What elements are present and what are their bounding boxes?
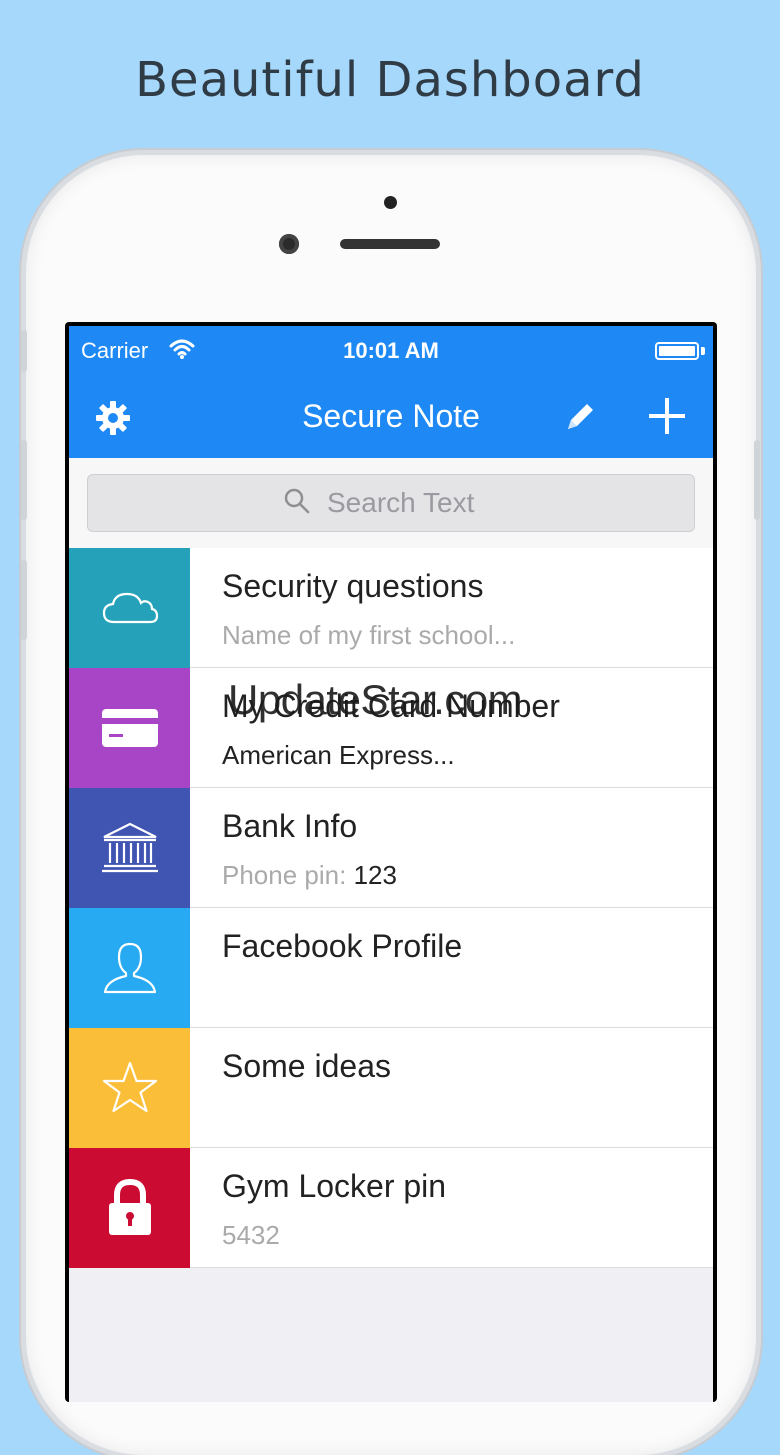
mute-switch bbox=[21, 330, 27, 372]
search-input[interactable] bbox=[325, 486, 499, 520]
status-bar: Carrier 10:01 AM bbox=[69, 326, 713, 376]
note-subtitle-label: Phone pin: bbox=[222, 860, 354, 890]
volume-down-button bbox=[21, 560, 27, 640]
credit-card-icon bbox=[69, 668, 190, 788]
volume-up-button bbox=[21, 440, 27, 520]
note-title: Gym Locker pin bbox=[222, 1168, 447, 1204]
note-subtitle: 5432 bbox=[222, 1220, 280, 1250]
note-title: My Credit Card Number bbox=[222, 688, 560, 724]
note-title: Some ideas bbox=[222, 1048, 391, 1084]
power-button bbox=[754, 440, 760, 520]
proximity-sensor bbox=[384, 196, 397, 209]
search-area bbox=[69, 458, 713, 549]
list-item[interactable]: Security questions Name of my first scho… bbox=[69, 548, 713, 668]
plus-icon[interactable] bbox=[647, 396, 687, 440]
front-camera bbox=[279, 234, 299, 254]
list-item[interactable]: Gym Locker pin 5432 bbox=[69, 1148, 713, 1268]
nav-title: Secure Note bbox=[302, 398, 480, 434]
phone-screen: Carrier 10:01 AM Secure Note Search Text… bbox=[65, 322, 717, 1402]
note-subtitle: American Express... bbox=[222, 740, 455, 770]
note-title: Security questions bbox=[222, 568, 484, 604]
status-time: 10:01 AM bbox=[343, 338, 439, 363]
navigation-bar: Secure Note bbox=[69, 376, 713, 458]
search-icon bbox=[283, 487, 311, 519]
lock-icon bbox=[69, 1148, 190, 1268]
star-icon bbox=[69, 1028, 190, 1148]
bank-icon bbox=[69, 788, 190, 908]
note-subtitle: Name of my first school... bbox=[222, 620, 516, 650]
list-item[interactable]: My Credit Card Number American Express..… bbox=[69, 668, 713, 788]
page-headline: Beautiful Dashboard bbox=[135, 52, 645, 108]
note-title: Bank Info bbox=[222, 808, 358, 844]
note-subtitle-value: 123 bbox=[353, 860, 397, 890]
list-item[interactable]: Some ideas bbox=[69, 1028, 713, 1148]
cloud-icon bbox=[69, 548, 190, 668]
battery-icon bbox=[655, 342, 699, 360]
notes-list: Security questions Name of my first scho… bbox=[69, 548, 713, 1268]
app-screen: Carrier 10:01 AM Secure Note Search Text… bbox=[69, 326, 713, 1402]
list-item[interactable]: Bank Info Phone pin: 123 bbox=[69, 788, 713, 908]
search-bar[interactable] bbox=[87, 474, 695, 532]
pencil-icon[interactable] bbox=[563, 400, 597, 438]
earpiece-speaker bbox=[340, 239, 440, 249]
note-subtitle: Phone pin: 123 bbox=[222, 860, 397, 891]
user-icon bbox=[69, 908, 190, 1028]
note-title: Facebook Profile bbox=[222, 928, 463, 964]
list-item[interactable]: Facebook Profile bbox=[69, 908, 713, 1028]
